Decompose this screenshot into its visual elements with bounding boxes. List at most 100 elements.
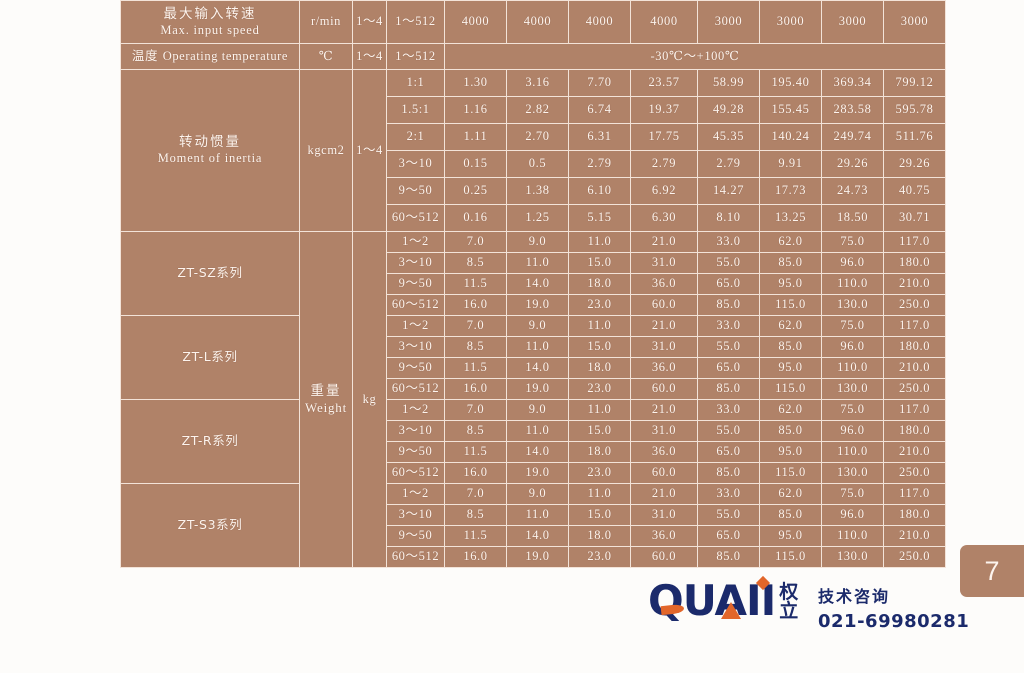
cell-value: 15.0	[569, 337, 630, 357]
cell-value: 2.70	[507, 124, 568, 150]
cell-value: 14.0	[507, 442, 568, 462]
cell-value: 130.0	[822, 547, 883, 567]
cell-value: 14.0	[507, 358, 568, 378]
cell-value: 283.58	[822, 97, 883, 123]
cell-value: 36.0	[631, 526, 697, 546]
weight-ratio: 1～2	[387, 484, 444, 504]
cell-value: 11.0	[507, 505, 568, 525]
weight-ratio: 3～10	[387, 505, 444, 525]
cell-value: 85.0	[760, 505, 821, 525]
cell-value: 4000	[569, 1, 630, 43]
cell-value: 4000	[507, 1, 568, 43]
cell-value: 58.99	[698, 70, 759, 96]
cell-value: 210.0	[884, 274, 945, 294]
cell-value: 60.0	[631, 379, 697, 399]
series-label-zt-r: ZT-R系列	[121, 400, 299, 483]
cell-value: 29.26	[884, 151, 945, 177]
row-ratio-a: 1～4	[353, 44, 386, 69]
inertia-ratio: 9～50	[387, 178, 444, 204]
cell-value: 60.0	[631, 547, 697, 567]
logo-wordmark: QUAII	[648, 575, 776, 622]
cell-value: 195.40	[760, 70, 821, 96]
cell-value: 16.0	[445, 547, 506, 567]
cell-value: 1.16	[445, 97, 506, 123]
row-label-en: Max. input speed	[160, 22, 260, 37]
weight-ratio: 9～50	[387, 358, 444, 378]
cell-value: 18.0	[569, 274, 630, 294]
cell-value: 21.0	[631, 232, 697, 252]
cell-value: 23.57	[631, 70, 697, 96]
series-label-zt-s3: ZT-S3系列	[121, 484, 299, 567]
row-label-weight: 重量 Weight	[300, 232, 352, 567]
row-ratio-group: 1～4	[353, 70, 386, 231]
cell-value: 16.0	[445, 379, 506, 399]
cell-value: 16.0	[445, 463, 506, 483]
cell-value: 9.91	[760, 151, 821, 177]
page-footer: QUAII 权 立 技术咨询 021-69980281	[0, 575, 1024, 645]
cell-value: 85.0	[698, 463, 759, 483]
cell-value: 15.0	[569, 253, 630, 273]
cell-value: 6.10	[569, 178, 630, 204]
cell-value: 115.0	[760, 547, 821, 567]
cell-value: 115.0	[760, 295, 821, 315]
weight-ratio: 9～50	[387, 526, 444, 546]
cell-value: 9.0	[507, 484, 568, 504]
contact-block: 技术咨询 021-69980281	[818, 583, 969, 632]
cell-value: 3000	[884, 1, 945, 43]
weight-ratio: 60～512	[387, 547, 444, 567]
cell-value: 8.10	[698, 205, 759, 231]
specification-table: 最大输入转速 Max. input speed r/min 1～4 1～512 …	[120, 0, 946, 568]
row-unit: kgcm2	[300, 70, 352, 231]
cell-value: 62.0	[760, 232, 821, 252]
cell-value: 62.0	[760, 400, 821, 420]
contact-phone: 021-69980281	[818, 611, 970, 632]
cell-value: 23.0	[569, 379, 630, 399]
cell-value: 117.0	[884, 232, 945, 252]
cell-value: 117.0	[884, 400, 945, 420]
cell-value: 799.12	[884, 70, 945, 96]
weight-ratio: 1～2	[387, 232, 444, 252]
cell-value: 31.0	[631, 421, 697, 441]
cell-value: 9.0	[507, 400, 568, 420]
cell-value: 130.0	[822, 379, 883, 399]
row-label-operating-temperature: 温度 Operating temperature	[121, 44, 299, 69]
cell-value: 60.0	[631, 295, 697, 315]
table-row-weight: ZT-SZ系列 重量 Weight kg 1～2 7.0 9.0 11.0 21…	[121, 232, 945, 567]
table-row-operating-temperature: 温度 Operating temperature ℃ 1～4 1～512 -30…	[121, 44, 945, 69]
cell-value: 31.0	[631, 337, 697, 357]
series-label-zt-l: ZT-L系列	[121, 316, 299, 399]
cell-value: 210.0	[884, 442, 945, 462]
logo-cn-bottom: 立	[779, 600, 799, 622]
cell-value: 250.0	[884, 295, 945, 315]
weight-ratio: 1～2	[387, 316, 444, 336]
row-label-en: Weight	[304, 399, 348, 415]
cell-value: 11.0	[569, 400, 630, 420]
row-unit: ℃	[300, 44, 352, 69]
cell-value: 1.11	[445, 124, 506, 150]
row-label-cn: 温度	[131, 48, 159, 64]
cell-value: 19.0	[507, 547, 568, 567]
row-label-moment-of-inertia: 转动惯量 Moment of inertia	[121, 70, 299, 231]
cell-value: 2.79	[698, 151, 759, 177]
cell-value: 5.15	[569, 205, 630, 231]
cell-value: 6.74	[569, 97, 630, 123]
cell-value: 11.5	[445, 274, 506, 294]
cell-value: 3000	[822, 1, 883, 43]
cell-value: 250.0	[884, 547, 945, 567]
cell-value: 33.0	[698, 484, 759, 504]
cell-value: 21.0	[631, 400, 697, 420]
cell-value: 55.0	[698, 253, 759, 273]
cell-value: 1.38	[507, 178, 568, 204]
row-ratio-a: 1～4	[353, 1, 386, 43]
cell-value: 0.25	[445, 178, 506, 204]
company-logo: QUAII 权 立	[648, 575, 799, 622]
cell-value: 11.5	[445, 442, 506, 462]
cell-value: 23.0	[569, 547, 630, 567]
cell-value: 117.0	[884, 484, 945, 504]
cell-value: 11.0	[569, 316, 630, 336]
cell-value: 7.0	[445, 232, 506, 252]
series-name: ZT-R系列	[181, 433, 239, 449]
series-name: ZT-L系列	[182, 349, 238, 365]
cell-value: 1.30	[445, 70, 506, 96]
cell-value: 11.0	[507, 337, 568, 357]
